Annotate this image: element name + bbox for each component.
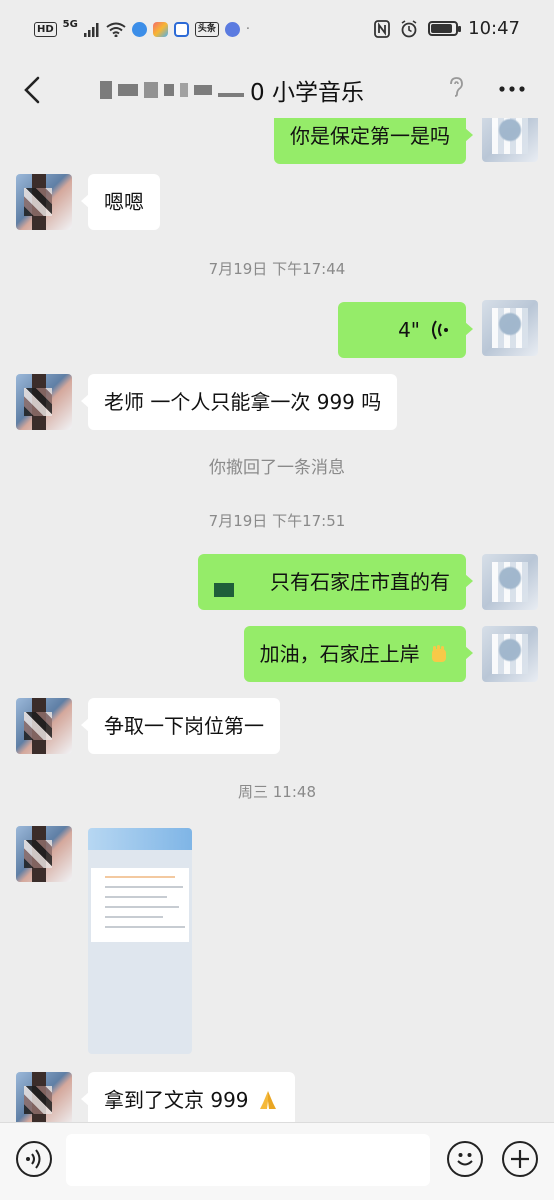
message-list[interactable]: 你是保定第一是吗 嗯嗯 7月19日 下午17:44 4" 老师 一个人只能拿一次… [0,118,554,1122]
message-text: 只有石家庄市直的有 [270,570,450,594]
nfc-icon [374,19,391,38]
voice-message-bubble[interactable]: 4" [338,302,473,358]
battery-icon [428,21,462,36]
message-input[interactable] [66,1134,430,1186]
redacted-block [218,93,244,97]
voice-duration: 4" [398,318,420,342]
more-notifications-dot: · [245,22,250,37]
contact-avatar[interactable] [16,1072,72,1122]
timestamp-label: 7月19日 下午17:51 [208,512,346,530]
redacted-block [100,81,112,99]
ear-icon [450,77,463,97]
recall-notice: 你撤回了一条消息 [209,458,345,478]
redacted-block [180,83,188,97]
folded-hands-emoji [259,1091,276,1109]
message-bubble-theirs[interactable]: 争取一下岗位第一 [81,698,280,754]
thumb-row [105,906,179,908]
wifi-icon [106,22,126,37]
input-bar [0,1122,554,1200]
status-icons-right: 10:47 [374,18,520,39]
redacted-block [164,84,174,96]
image-header-strip [88,828,192,850]
timestamp-label: 7月19日 下午17:44 [208,260,346,278]
timestamp-label: 周三 11:48 [238,783,316,801]
plus-icon [511,1150,529,1168]
more-dots-icon[interactable] [498,74,526,104]
alarm-icon [401,19,417,37]
redacted-block [214,582,234,597]
chevron-left-icon[interactable] [18,70,48,110]
my-avatar[interactable] [482,626,538,682]
raised-fist-emoji [432,645,446,662]
message-text: 拿到了文京 999 [104,1088,249,1112]
contact-avatar[interactable] [16,374,72,430]
chat-title-text: 0 小学音乐 [250,80,364,106]
app-icon-2 [173,22,189,37]
my-avatar[interactable] [482,118,538,162]
toutiao-icon: 头条 [194,22,219,37]
image-document-thumbnail [91,868,189,942]
message-bubble-theirs[interactable]: 嗯嗯 [81,174,160,230]
thumb-row [105,916,163,918]
message-bubble-theirs[interactable]: 拿到了文京 999 [81,1072,295,1122]
my-avatar[interactable] [482,300,538,356]
battery-fill [431,24,452,33]
thumb-row [105,886,183,888]
contact-avatar[interactable] [16,826,72,882]
network-label: 5G [62,19,78,30]
voice-wave-icon [26,1149,41,1169]
contact-avatar[interactable] [16,174,72,230]
hd-badge: HD [34,22,57,37]
message-text: 加油，石家庄上岸 [259,642,420,666]
redacted-block [118,84,138,96]
emoji-button[interactable] [447,1141,483,1177]
chat-header: 0 小学音乐 [0,62,554,118]
app-icon [152,22,168,37]
image-message[interactable] [88,828,192,1054]
browser-app-icon [131,22,147,37]
message-bubble-theirs[interactable]: 老师 一个人只能拿一次 999 吗 [80,374,398,430]
smile-face-icon [457,1153,473,1166]
thumb-row [105,896,167,898]
redacted-block [144,82,158,98]
signal-icon [83,22,99,37]
music-app-icon [224,22,240,37]
my-avatar[interactable] [482,554,538,610]
message-bubble-mine[interactable]: 加油，石家庄上岸 [243,626,474,682]
voice-wave-icon [432,320,448,340]
thumb-row [105,926,185,928]
voice-input-button[interactable] [16,1141,52,1177]
message-bubble-mine[interactable]: 只有石家庄市直的有 [198,554,473,610]
status-bar: HD 5G 头条 · 10:47 [0,0,554,62]
redacted-block [194,85,212,95]
more-actions-button[interactable] [502,1141,538,1177]
status-icons-left: HD 5G 头条 · [34,19,250,37]
clock-time: 10:47 [468,18,520,39]
chat-title: 0 小学音乐 [100,72,364,108]
contact-avatar[interactable] [16,698,72,754]
message-bubble-mine[interactable]: 你是保定第一是吗 [274,118,473,164]
thumb-row [105,876,175,878]
